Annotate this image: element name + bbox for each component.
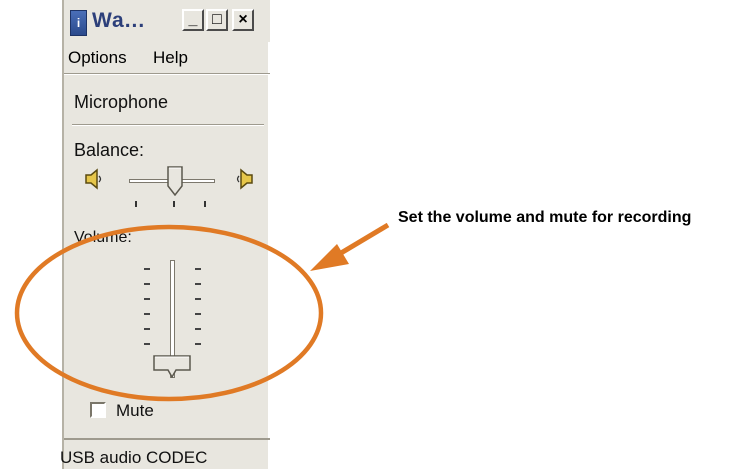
annotation-arrow-head	[310, 244, 349, 271]
annotation-overlay	[14, 222, 390, 402]
annotation-arrow-shaft	[334, 222, 390, 259]
annotation-text: Set the volume and mute for recording	[398, 209, 692, 226]
highlight-ellipse	[14, 224, 324, 402]
